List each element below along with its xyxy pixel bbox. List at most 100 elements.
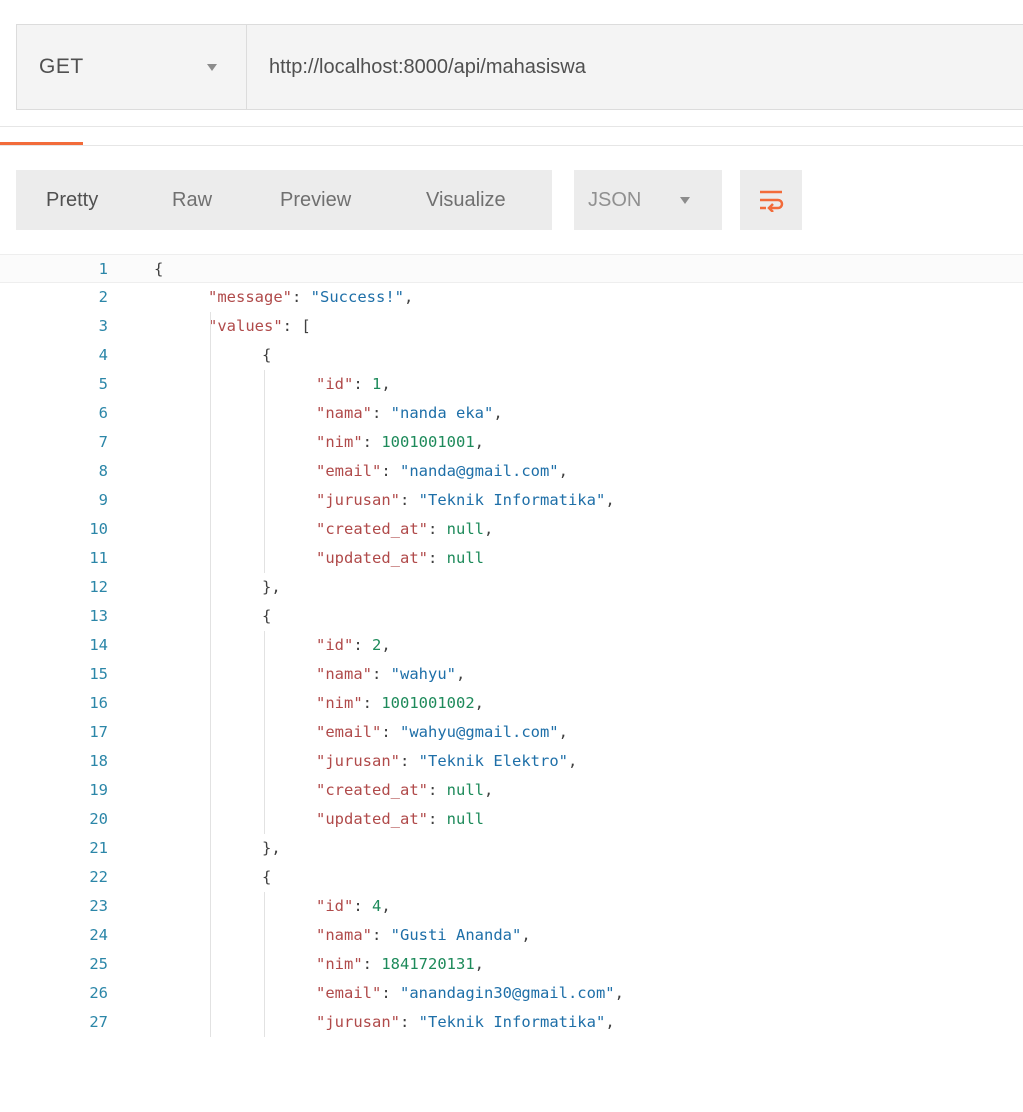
code-line: 1{	[0, 254, 1023, 283]
tab-visualize[interactable]: Visualize	[426, 170, 506, 230]
code-token: null	[446, 810, 484, 828]
line-number: 2	[98, 288, 108, 306]
code-token: :	[362, 433, 382, 451]
line-number: 6	[98, 404, 108, 422]
code-token: "nama"	[316, 665, 372, 683]
code-token: ,	[521, 926, 531, 944]
line-number: 4	[98, 346, 108, 364]
code-token: :	[381, 723, 400, 741]
code-text: {	[154, 255, 163, 284]
code-token: "nim"	[316, 433, 363, 451]
code-token: },	[262, 839, 281, 857]
tab-raw[interactable]: Raw	[172, 170, 212, 230]
code-text: "id": 1,	[316, 370, 391, 399]
code-line: 27 "jurusan": "Teknik Informatika",	[0, 1008, 1023, 1037]
code-token: "message"	[208, 288, 292, 306]
code-line: 22 {	[0, 863, 1023, 892]
code-token: "id"	[316, 636, 354, 654]
line-number: 7	[98, 433, 108, 451]
divider	[0, 126, 1023, 127]
code-token: "jurusan"	[316, 491, 400, 509]
code-line: 5 "id": 1,	[0, 370, 1023, 399]
indent-guide	[264, 892, 265, 1037]
code-token: ,	[381, 375, 391, 393]
code-token: :	[400, 1013, 419, 1031]
code-text: "values": [	[208, 312, 311, 341]
line-number: 1	[98, 260, 108, 278]
code-line: 4{	[0, 341, 1023, 370]
code-token: :	[372, 404, 391, 422]
url-input[interactable]	[247, 25, 1023, 109]
wrap-lines-icon	[760, 190, 784, 212]
tab-preview[interactable]: Preview	[280, 170, 351, 230]
code-token: :	[381, 984, 400, 1002]
code-line: 7 "nim": 1001001001,	[0, 428, 1023, 457]
line-number: 20	[89, 810, 108, 828]
line-number: 10	[89, 520, 108, 538]
code-token: 1001001001	[381, 433, 475, 451]
line-number: 26	[89, 984, 108, 1002]
line-number: 24	[89, 926, 108, 944]
code-token: ,	[605, 1013, 615, 1031]
code-token: "email"	[316, 462, 382, 480]
code-token: 1	[372, 375, 382, 393]
method-label: GET	[39, 55, 84, 78]
line-number: 25	[89, 955, 108, 973]
method-select[interactable]: GET	[17, 25, 247, 109]
line-number: 5	[98, 375, 108, 393]
code-token: {	[154, 260, 164, 278]
code-token: "anandagin30@gmail.com"	[400, 984, 615, 1002]
code-line: 6 "nama": "nanda eka",	[0, 399, 1023, 428]
code-line: 20 "updated_at": null	[0, 805, 1023, 834]
code-token: "values"	[208, 317, 283, 335]
code-text: "nim": 1001001002,	[316, 689, 484, 718]
line-number: 15	[89, 665, 108, 683]
code-text: "id": 4,	[316, 892, 391, 921]
code-token: "email"	[316, 984, 382, 1002]
code-token: ,	[474, 955, 485, 973]
line-number: 18	[89, 752, 108, 770]
code-token: :	[427, 810, 447, 828]
line-number: 8	[98, 462, 108, 480]
code-text: "id": 2,	[316, 631, 391, 660]
code-token: :	[362, 955, 382, 973]
code-token: {	[262, 607, 272, 625]
code-token: ,	[614, 984, 624, 1002]
line-number: 17	[89, 723, 108, 741]
line-number: 9	[98, 491, 108, 509]
code-token: "created_at"	[316, 781, 428, 799]
code-token: :	[400, 491, 419, 509]
line-number: 16	[89, 694, 108, 712]
code-token: null	[446, 781, 484, 799]
code-line: 12},	[0, 573, 1023, 602]
code-token: :	[427, 520, 447, 538]
code-token: ,	[381, 897, 391, 915]
wrap-lines-button[interactable]	[740, 170, 802, 230]
response-body-editor[interactable]: 1{2 "message": "Success!", 3 "values": [4{5…	[0, 248, 1023, 1112]
line-number: 22	[89, 868, 108, 886]
code-line: 13 {	[0, 602, 1023, 631]
code-token: :	[353, 636, 372, 654]
code-token: "Gusti Ananda"	[390, 926, 522, 944]
code-line: 8 "email": "nanda@gmail.com",	[0, 457, 1023, 486]
code-token: :	[427, 781, 447, 799]
code-token: : [	[282, 317, 311, 335]
code-text: "nim": 1001001001,	[316, 428, 484, 457]
code-token: null	[446, 520, 484, 538]
code-token: ,	[474, 694, 485, 712]
code-text: "nama": "nanda eka",	[316, 399, 503, 428]
format-select[interactable]: JSON	[574, 170, 722, 230]
code-token: ,	[567, 752, 578, 770]
code-token: 1841720131	[381, 955, 475, 973]
request-url-bar: GET	[16, 24, 1023, 110]
format-label: JSON	[588, 188, 642, 211]
code-line: 23 "id": 4,	[0, 892, 1023, 921]
code-token: :	[372, 665, 391, 683]
code-token: ,	[456, 665, 466, 683]
line-number: 12	[89, 578, 108, 596]
code-token: "Teknik Elektro"	[418, 752, 568, 770]
code-token: ,	[493, 404, 503, 422]
code-text: "nama": "Gusti Ananda",	[316, 921, 531, 950]
tab-pretty[interactable]: Pretty	[46, 170, 98, 230]
code-token: null	[446, 549, 484, 567]
